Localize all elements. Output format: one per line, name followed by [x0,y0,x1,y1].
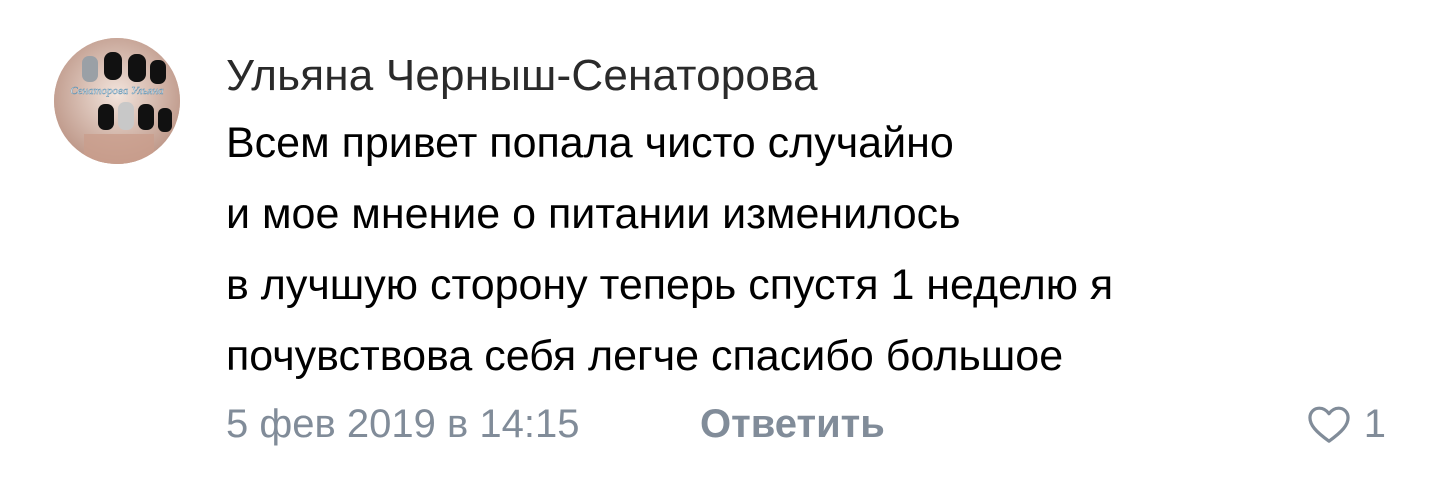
comment-body: Ульяна Черныш-Сенаторова Всем привет поп… [226,48,1406,392]
comment-footer: 5 фев 2019 в 14:15 Ответить 1 [226,394,1386,454]
comment-text: Всем привет попала чисто случайно и мое … [226,108,1406,392]
avatar-watermark: Сенаторова Ульяна [70,85,164,97]
reply-button[interactable]: Ответить [700,394,885,454]
heart-outline-icon [1308,406,1350,443]
comment-text-line: Всем привет попала чисто случайно [226,119,954,167]
comment: Сенаторова Ульяна Ульяна Черныш-Сенаторо… [0,0,1438,493]
comment-text-line: в лучшую сторону теперь спустя 1 неделю … [226,261,1114,309]
avatar-image: Сенаторова Ульяна [54,38,180,164]
comment-text-line: и мое мнение о питании изменилось [226,190,961,238]
like-button[interactable]: 1 [1306,394,1386,454]
avatar[interactable]: Сенаторова Ульяна [54,38,180,164]
likes-count: 1 [1363,402,1386,446]
comment-date[interactable]: 5 фев 2019 в 14:15 [226,394,579,454]
author-name[interactable]: Ульяна Черныш-Сенаторова [226,48,1406,104]
comment-text-line: почувствова себя легче спасибо большое [226,332,1064,380]
